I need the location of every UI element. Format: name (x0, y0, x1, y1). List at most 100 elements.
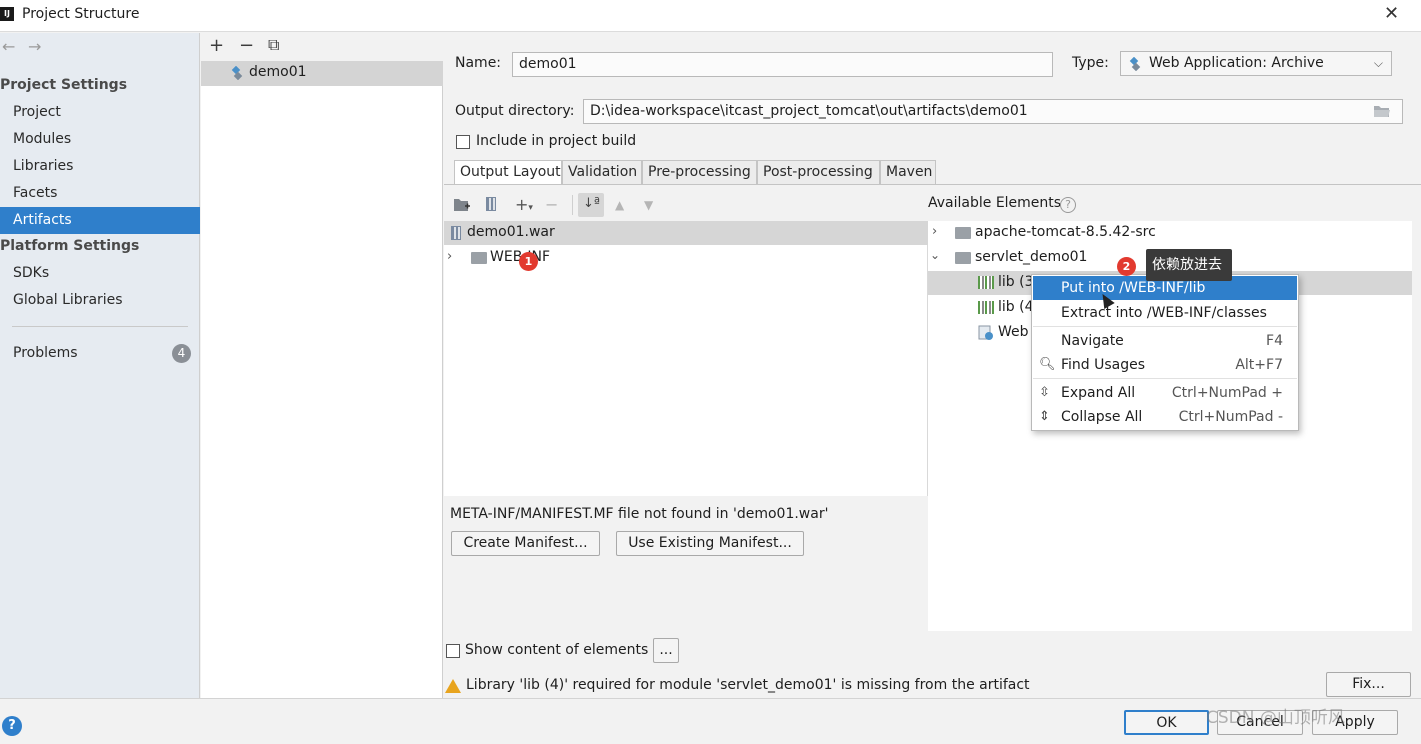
show-content-options-button[interactable]: ... (653, 638, 679, 663)
web-artifact-icon (1129, 57, 1141, 71)
annotation-badge-1: 1 (519, 252, 538, 271)
web-inf-tree-row[interactable]: › WEB-INF 1 (444, 246, 928, 271)
module-folder-icon (955, 227, 971, 239)
include-in-build-checkbox[interactable] (456, 135, 470, 149)
menu-separator (1033, 326, 1297, 327)
move-down-icon[interactable]: ▼ (644, 198, 653, 212)
chevron-down-icon[interactable]: ⌄ (930, 248, 940, 262)
remove-artifact-icon[interactable]: − (239, 35, 254, 56)
menu-separator (1033, 378, 1297, 379)
help-icon[interactable]: ? (2, 716, 22, 736)
output-directory-label: Output directory: (455, 103, 575, 119)
nav-item-artifacts[interactable]: Artifacts (0, 207, 200, 234)
add-archive-icon[interactable] (486, 197, 496, 211)
move-up-icon[interactable]: ▲ (615, 198, 624, 212)
nav-item-sdks[interactable]: SDKs (0, 260, 200, 287)
output-layout-tree: demo01.war › WEB-INF 1 (444, 221, 928, 496)
menu-item-label: Navigate (1061, 333, 1124, 349)
type-label: Type: (1072, 55, 1109, 71)
module-folder-icon (955, 252, 971, 264)
menu-item-shortcut: Ctrl+NumPad + (1171, 385, 1283, 401)
menu-item-label: Find Usages (1061, 357, 1146, 373)
type-select[interactable]: Web Application: Archive ⌵ (1120, 51, 1392, 76)
browse-folder-icon[interactable] (1373, 104, 1391, 118)
war-file-name: demo01.war (467, 224, 555, 240)
create-directory-icon[interactable] (454, 198, 471, 212)
sort-elements-button[interactable]: ↓ª (578, 193, 604, 217)
tab-validation[interactable]: Validation (562, 160, 642, 185)
platform-settings-heading: Platform Settings (0, 238, 140, 254)
missing-library-warning: Library 'lib (4)' required for module 's… (466, 677, 1030, 693)
chevron-right-icon[interactable]: › (447, 249, 452, 264)
tree-label-lib-4: lib (4 (998, 299, 1034, 315)
help-icon[interactable]: ? (1060, 197, 1076, 213)
menu-item-label: Expand All (1061, 385, 1136, 401)
name-label: Name: (455, 55, 502, 71)
tab-post-processing[interactable]: Post-processing (757, 160, 880, 185)
intellij-app-icon: IJ (0, 7, 14, 21)
annotation-tooltip: 依赖放进去 (1146, 249, 1232, 281)
tab-divider (444, 184, 1421, 185)
type-select-value: Web Application: Archive (1149, 55, 1324, 71)
include-in-build-label: Include in project build (476, 133, 637, 149)
add-copy-icon[interactable]: +▾ (515, 195, 533, 214)
chevron-right-icon[interactable]: › (932, 224, 937, 239)
menu-item-shortcut: Alt+F7 (1235, 357, 1283, 373)
chevron-down-icon: ⌵ (1373, 56, 1383, 70)
name-field[interactable]: demo01 (512, 52, 1053, 77)
artifact-list-item[interactable]: demo01 (201, 61, 443, 86)
tab-pre-processing[interactable]: Pre-processing (642, 160, 757, 185)
artifact-list-pane: + − ⧉ demo01 (201, 33, 443, 698)
nav-item-facets[interactable]: Facets (0, 180, 200, 207)
nav-divider (12, 326, 188, 327)
use-existing-manifest-button[interactable]: Use Existing Manifest... (616, 531, 804, 556)
menu-item-shortcut: Ctrl+NumPad - (1178, 409, 1283, 425)
tab-output-layout[interactable]: Output Layout (454, 160, 562, 185)
menu-item-extract-into-classes[interactable]: Extract into /WEB-INF/classes (1033, 301, 1297, 325)
tree-label-tomcat: apache-tomcat-8.5.42-src (975, 224, 1156, 240)
web-artifact-icon (231, 66, 243, 80)
nav-item-modules[interactable]: Modules (0, 126, 200, 153)
show-content-checkbox[interactable] (446, 644, 460, 658)
available-elements-title: Available Elements (928, 195, 1062, 211)
copy-artifact-icon[interactable]: ⧉ (268, 35, 279, 55)
output-directory-field[interactable]: D:\idea-workspace\itcast_project_tomcat\… (583, 99, 1403, 124)
nav-item-libraries[interactable]: Libraries (0, 153, 200, 180)
close-icon[interactable]: ✕ (1384, 3, 1399, 24)
nav-item-problems[interactable]: Problems (0, 340, 200, 367)
forward-arrow-icon[interactable]: → (28, 37, 41, 56)
tree-label-servlet-demo01: servlet_demo01 (975, 249, 1088, 265)
tab-maven[interactable]: Maven (880, 160, 936, 185)
tree-row-tomcat[interactable]: › apache-tomcat-8.5.42-src (928, 221, 1412, 245)
folder-icon (471, 252, 487, 264)
menu-item-label: Extract into /WEB-INF/classes (1061, 305, 1267, 321)
search-icon: 🔍︎ (1039, 357, 1056, 372)
fix-button[interactable]: Fix... (1326, 672, 1411, 697)
artifact-list-toolbar: + − ⧉ (201, 33, 443, 61)
toolbar-separator (572, 195, 573, 215)
window-title: Project Structure (22, 6, 140, 22)
back-arrow-icon[interactable]: ← (2, 37, 15, 56)
menu-item-collapse-all[interactable]: ⇕ Collapse All Ctrl+NumPad - (1033, 405, 1297, 429)
ok-button[interactable]: OK (1124, 710, 1209, 735)
menu-item-navigate[interactable]: Navigate F4 (1033, 329, 1297, 353)
expand-all-icon: ⇳ (1039, 385, 1050, 400)
war-tree-row[interactable]: demo01.war (444, 221, 928, 245)
sort-icon: ↓ª (583, 196, 601, 211)
add-artifact-icon[interactable]: + (209, 35, 224, 56)
web-facet-icon (978, 325, 993, 340)
create-manifest-button[interactable]: Create Manifest... (451, 531, 600, 556)
menu-item-expand-all[interactable]: ⇳ Expand All Ctrl+NumPad + (1033, 381, 1297, 405)
nav-item-global-libraries[interactable]: Global Libraries (0, 287, 200, 314)
menu-item-find-usages[interactable]: 🔍︎ Find Usages Alt+F7 (1033, 353, 1297, 377)
artifact-name: demo01 (249, 64, 307, 80)
tree-label-web: Web (998, 324, 1029, 340)
annotation-badge-2: 2 (1117, 257, 1136, 276)
problems-count-badge: 4 (172, 344, 191, 363)
remove-element-icon[interactable]: − (545, 195, 558, 214)
warning-icon (445, 679, 461, 693)
nav-item-project[interactable]: Project (0, 99, 200, 126)
show-content-label: Show content of elements (465, 642, 649, 658)
manifest-message: META-INF/MANIFEST.MF file not found in '… (450, 506, 829, 522)
project-settings-heading: Project Settings (0, 77, 128, 93)
